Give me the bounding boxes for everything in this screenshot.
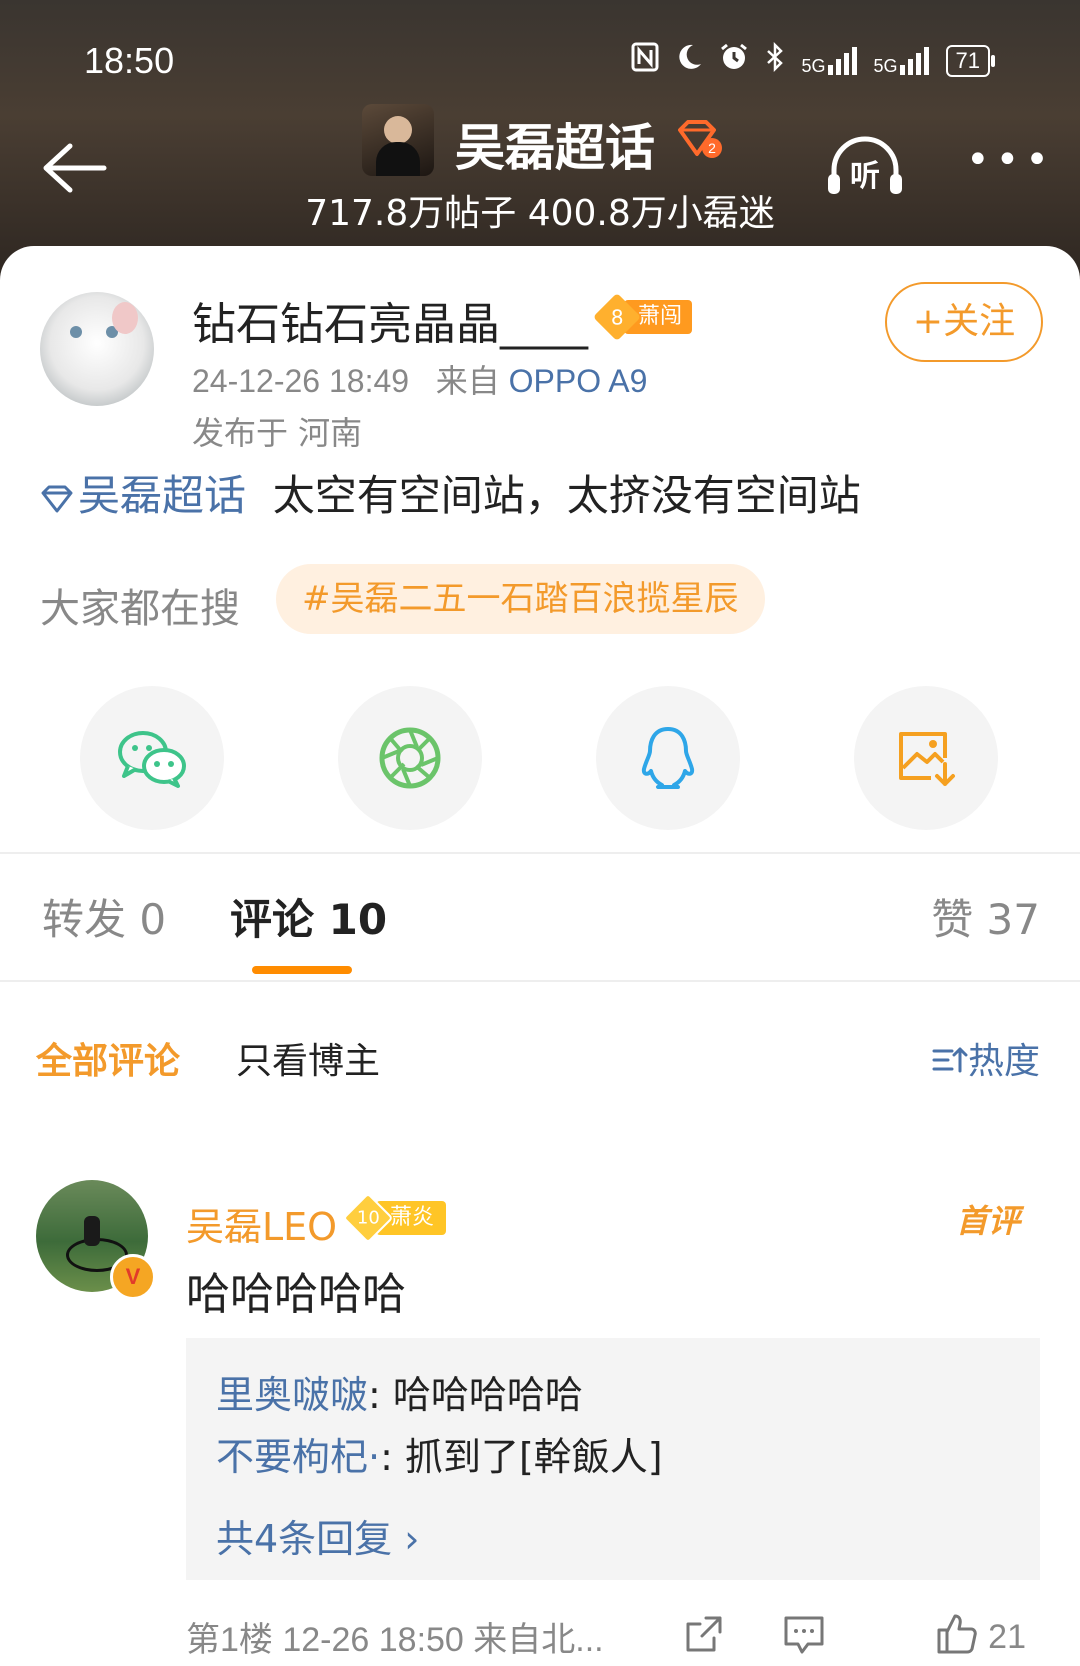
post-from-label: 来自 <box>435 363 500 399</box>
nfc-icon <box>631 42 659 79</box>
bluetooth-icon <box>765 41 785 79</box>
signal-5g-icon: 5G <box>801 46 857 75</box>
moments-icon <box>379 727 441 789</box>
status-bar: 18:50 5G 5G 71 <box>0 38 1080 88</box>
topic-level-badge: 2 <box>676 120 722 160</box>
reply-text: : 哈哈哈哈哈 <box>368 1373 583 1417</box>
thumbs-up-icon <box>937 1614 977 1654</box>
verified-badge: V <box>110 1254 156 1300</box>
signal-5g-icon-2: 5G <box>874 46 930 75</box>
comment-floor-info: 第1楼 12-26 18:50 来自北... <box>186 1621 604 1659</box>
comment-text: 哈哈哈哈哈 <box>186 1269 406 1320</box>
share-qq-button[interactable] <box>596 686 740 830</box>
listen-button[interactable]: 听 <box>826 136 904 198</box>
save-image-icon <box>899 732 955 786</box>
filter-owner-only[interactable]: 只看博主 <box>236 1032 380 1084</box>
commenter-name[interactable]: 吴磊LEO <box>186 1196 337 1251</box>
post-meta: 24-12-26 18:49 来自 OPPO A9 <box>192 356 647 402</box>
author-avatar[interactable] <box>40 292 154 406</box>
post-body-text: 太空有空间站，太挤没有空间站 <box>272 471 861 520</box>
comment-like-count: 21 <box>988 1618 1026 1656</box>
post-device[interactable]: OPPO A9 <box>509 363 648 399</box>
section-divider <box>0 852 1080 854</box>
fan-level-badge[interactable]: 8 萧闯 <box>592 292 693 342</box>
reply-author[interactable]: 里奥啵啵 <box>216 1373 368 1417</box>
reply-item: 里奥啵啵: 哈哈哈哈哈 <box>216 1364 583 1419</box>
trending-search-chip[interactable]: #吴磊二五一石踏百浪揽星辰 <box>276 564 765 634</box>
headphones-icon: 听 <box>828 136 902 194</box>
post-location: 发布于 河南 <box>192 414 363 452</box>
reply-comment-icon[interactable] <box>782 1612 826 1656</box>
share-wechat-button[interactable] <box>80 686 224 830</box>
save-image-button[interactable] <box>854 686 998 830</box>
interaction-tabs: 转发 0 评论 10 赞 37 <box>0 886 1080 976</box>
more-options-button[interactable]: ••• <box>966 140 1055 180</box>
trending-search-label: 大家都在搜 <box>40 586 240 632</box>
svg-text:2: 2 <box>708 140 716 156</box>
status-time: 18:50 <box>84 40 175 81</box>
topic-avatar[interactable] <box>362 104 434 176</box>
post-timestamp: 24-12-26 18:49 <box>192 363 410 399</box>
tab-comments[interactable]: 评论 10 <box>230 886 387 947</box>
view-all-replies-link[interactable]: 共4条回复 › <box>216 1508 419 1563</box>
comment-like-button[interactable]: 21 <box>935 1612 1026 1657</box>
share-moments-button[interactable] <box>338 686 482 830</box>
share-row <box>0 686 1080 836</box>
share-comment-icon[interactable] <box>682 1612 726 1656</box>
author-name[interactable]: 钻石钻石亮晶晶____ <box>192 288 588 352</box>
first-comment-tag: 首评 <box>955 1202 1020 1240</box>
post-content: 吴磊超话 太空有空间站，太挤没有空间站 <box>40 462 861 523</box>
topic-title[interactable]: 吴磊超话 <box>455 108 655 180</box>
topic-stats: 717.8万帖子 400.8万小磊迷 <box>305 193 775 234</box>
active-tab-indicator <box>252 966 352 974</box>
tab-likes[interactable]: 赞 37 <box>931 886 1040 947</box>
reply-preview-box[interactable]: 里奥啵啵: 哈哈哈哈哈 不要枸杞·: 抓到了[幹飯人] 共4条回复 › <box>186 1338 1040 1580</box>
reply-author[interactable]: 不要枸杞· <box>216 1435 380 1479</box>
reply-text: : 抓到了[幹飯人] <box>380 1435 663 1479</box>
battery-indicator: 71 <box>945 44 996 77</box>
comment-footer: 第1楼 12-26 18:50 来自北... 21 <box>186 1612 1046 1662</box>
alarm-icon <box>719 42 749 79</box>
commenter-level-badge[interactable]: 10 萧炎 <box>342 1192 447 1244</box>
sort-icon <box>932 1047 968 1073</box>
diamond-level-icon: 2 <box>678 120 722 158</box>
topic-link[interactable]: 吴磊超话 <box>40 471 259 520</box>
super-topic-icon <box>41 485 73 512</box>
svg-text:听: 听 <box>850 159 880 194</box>
follow-button[interactable]: +关注 <box>885 282 1043 362</box>
filter-all-comments[interactable]: 全部评论 <box>36 1032 180 1084</box>
status-icons: 5G 5G 71 <box>631 41 996 79</box>
tab-repost[interactable]: 转发 0 <box>42 886 166 947</box>
comment-filter-bar: 全部评论 只看博主 热度 <box>0 1032 1080 1092</box>
wechat-icon <box>118 731 186 788</box>
sort-by-heat-button[interactable]: 热度 <box>932 1032 1040 1084</box>
moon-icon <box>675 42 703 79</box>
qq-icon <box>641 727 695 789</box>
reply-item: 不要枸杞·: 抓到了[幹飯人] <box>216 1426 663 1481</box>
tabs-divider <box>0 980 1080 982</box>
